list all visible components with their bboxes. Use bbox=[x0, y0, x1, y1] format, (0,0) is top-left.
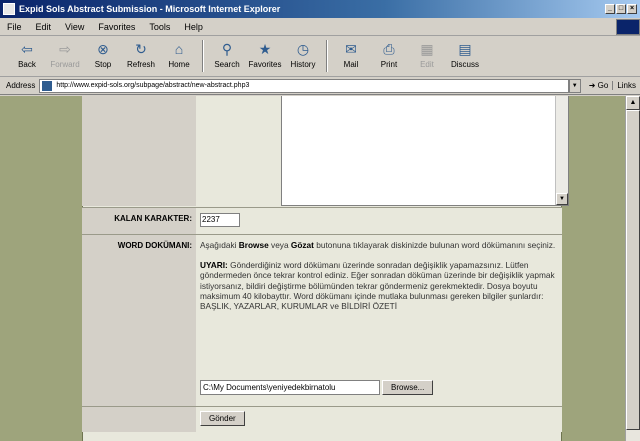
search-icon: ⚲ bbox=[221, 41, 233, 57]
menu-favorites[interactable]: Favorites bbox=[91, 22, 142, 32]
standard-toolbar: ⇦ Back ⇨ Forward ⊗ Stop ↻ Refresh ⌂ Home… bbox=[0, 37, 640, 77]
refresh-button[interactable]: ↻ Refresh bbox=[122, 37, 160, 75]
textarea-scrollbar[interactable]: ▼ bbox=[555, 96, 568, 205]
abstract-textarea[interactable]: ▼ bbox=[281, 96, 569, 206]
go-button[interactable]: ➜ Go bbox=[585, 81, 613, 90]
forward-button[interactable]: ⇨ Forward bbox=[46, 37, 84, 75]
submit-label-cell bbox=[82, 407, 196, 432]
search-button[interactable]: ⚲ Search bbox=[208, 37, 246, 75]
edit-icon: ▦ bbox=[420, 41, 434, 57]
minimize-button[interactable]: _ bbox=[605, 4, 615, 14]
ie-app-icon bbox=[3, 3, 15, 15]
menu-file[interactable]: File bbox=[0, 22, 29, 32]
scroll-up-arrow-icon[interactable]: ▲ bbox=[626, 96, 640, 110]
menu-edit[interactable]: Edit bbox=[29, 22, 59, 32]
home-icon: ⌂ bbox=[174, 41, 184, 57]
gonder-submit-button[interactable]: Gönder bbox=[200, 411, 245, 426]
browse-button[interactable]: Browse... bbox=[382, 380, 434, 395]
address-dropdown-button[interactable]: ▼ bbox=[568, 78, 581, 93]
toolbar-separator bbox=[202, 40, 204, 72]
print-button[interactable]: ⎙ Print bbox=[370, 37, 408, 75]
mail-button[interactable]: ✉ Mail bbox=[332, 37, 370, 75]
stop-button[interactable]: ⊗ Stop bbox=[84, 37, 122, 75]
kalan-karakter-row: KALAN KARAKTER: 2237 bbox=[82, 207, 562, 234]
kalan-karakter-cell: 2237 bbox=[198, 208, 562, 234]
forward-arrow-icon: ⇨ bbox=[59, 41, 71, 57]
home-button[interactable]: ⌂ Home bbox=[160, 37, 198, 75]
page-icon bbox=[42, 80, 53, 91]
close-button[interactable]: × bbox=[627, 4, 637, 14]
window-titlebar: Expid Sols Abstract Submission - Microso… bbox=[0, 0, 640, 18]
word-dokumani-label: WORD DOKÜMANI: bbox=[82, 235, 196, 406]
maximize-button[interactable]: □ bbox=[616, 4, 626, 14]
address-bar: Address http://www.expid-sols.org/subpag… bbox=[0, 77, 640, 95]
uyari-warning: UYARI: Gönderdiğiniz word dökümanı üzeri… bbox=[200, 260, 555, 312]
print-icon: ⎙ bbox=[383, 41, 395, 57]
address-url: http://www.expid-sols.org/subpage/abstra… bbox=[56, 82, 250, 89]
links-button[interactable]: Links bbox=[612, 81, 640, 90]
word-instructions: Aşağıdaki Browse veya Gözat butonuna tık… bbox=[200, 240, 556, 250]
menu-view[interactable]: View bbox=[58, 22, 91, 32]
kalan-karakter-input[interactable]: 2237 bbox=[200, 213, 240, 227]
menu-tools[interactable]: Tools bbox=[142, 22, 177, 32]
refresh-icon: ↻ bbox=[135, 41, 147, 57]
favorites-button[interactable]: ★ Favorites bbox=[246, 37, 284, 75]
toolbar-separator bbox=[326, 40, 328, 72]
windows-logo-icon bbox=[616, 19, 640, 35]
abstract-row: ▼ bbox=[82, 96, 569, 206]
abstract-label-cell bbox=[82, 96, 196, 206]
address-input[interactable]: http://www.expid-sols.org/subpage/abstra… bbox=[39, 78, 569, 93]
back-button[interactable]: ⇦ Back bbox=[8, 37, 46, 75]
scrollbar-thumb[interactable] bbox=[626, 110, 640, 430]
window-title: Expid Sols Abstract Submission - Microso… bbox=[19, 4, 281, 14]
address-label: Address bbox=[6, 81, 36, 90]
discuss-button[interactable]: ▤ Discuss bbox=[446, 37, 484, 75]
mail-icon: ✉ bbox=[345, 41, 357, 57]
back-arrow-icon: ⇦ bbox=[21, 41, 33, 57]
history-button[interactable]: ◷ History bbox=[284, 37, 322, 75]
word-dokumani-row: WORD DOKÜMANI: Aşağıdaki Browse veya Göz… bbox=[82, 234, 562, 406]
discuss-icon: ▤ bbox=[458, 41, 472, 57]
submit-row: Gönder bbox=[82, 406, 562, 432]
favorites-icon: ★ bbox=[258, 41, 272, 57]
scroll-down-arrow-icon[interactable]: ▼ bbox=[556, 193, 568, 205]
history-icon: ◷ bbox=[296, 41, 310, 57]
stop-icon: ⊗ bbox=[97, 41, 109, 57]
file-path-input[interactable]: C:\My Documents\yeniyedekbirnatolu bbox=[200, 380, 380, 395]
menu-bar: File Edit View Favorites Tools Help bbox=[0, 18, 640, 36]
submit-cell: Gönder bbox=[198, 407, 562, 432]
menu-help[interactable]: Help bbox=[177, 22, 210, 32]
kalan-karakter-label: KALAN KARAKTER: bbox=[82, 208, 196, 234]
page-scrollbar[interactable]: ▲ bbox=[625, 96, 640, 441]
word-dokumani-cell: Aşağıdaki Browse veya Gözat butonuna tık… bbox=[198, 235, 562, 406]
file-upload-row: C:\My Documents\yeniyedekbirnatolu Brows… bbox=[200, 380, 434, 395]
edit-button[interactable]: ▦ Edit bbox=[408, 37, 446, 75]
